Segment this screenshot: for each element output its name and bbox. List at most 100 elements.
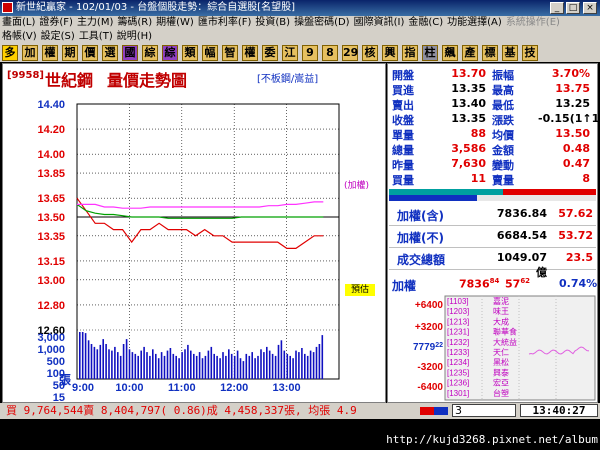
- toolbar-button[interactable]: 權: [42, 45, 58, 61]
- menu-item[interactable]: 說明(H): [115, 30, 154, 44]
- toolbar-button[interactable]: 綜: [162, 45, 178, 61]
- index-summary-change: 57.62: [558, 207, 593, 220]
- index-summary-label: 成交總額: [397, 253, 446, 267]
- watermark-url: http://kujd3268.pixnet.net/album: [386, 433, 598, 446]
- volume-bar: [236, 350, 239, 379]
- menu-item[interactable]: 系統操作(E): [504, 16, 562, 30]
- volume-bar: [266, 346, 268, 379]
- volume-bar: [286, 353, 289, 379]
- mini-stock-code: [1103]: [447, 297, 469, 306]
- volume-bar: [87, 340, 90, 379]
- mini-stock-name: 天仁: [493, 347, 509, 357]
- close-button[interactable]: ×: [583, 2, 597, 14]
- menu-item[interactable]: 金融(C): [406, 16, 445, 30]
- menu-item[interactable]: 操盤密碼(D): [292, 16, 352, 30]
- volume-bar: [306, 355, 309, 379]
- toolbar: 多加權期價選國綜綜類幅智權委江 9 8 29 核興指柱飆產標基技: [0, 44, 600, 62]
- stock-name: 世紀鋼: [45, 71, 94, 90]
- toolbar-button[interactable]: 類: [182, 45, 198, 61]
- mini-stock-code: [1233]: [447, 348, 469, 357]
- mini-stock-name: 大統益: [493, 337, 517, 347]
- menu-item[interactable]: 證券(F): [37, 16, 75, 30]
- command-input[interactable]: 3: [452, 404, 516, 417]
- minimize-button[interactable]: _: [550, 2, 564, 14]
- time-tick-label: 10:00: [115, 382, 143, 394]
- toolbar-button[interactable]: 技: [522, 45, 538, 61]
- toolbar-button[interactable]: 價: [82, 45, 98, 61]
- price-tick-label: 14.20: [37, 124, 65, 136]
- toolbar-button[interactable]: 加: [22, 45, 38, 61]
- volume-bar: [210, 346, 213, 379]
- menu-item[interactable]: 投資(B): [253, 16, 292, 30]
- maximize-button[interactable]: □: [566, 2, 580, 14]
- menu-item[interactable]: 畫面(L): [0, 16, 37, 30]
- toolbar-button[interactable]: 期: [62, 45, 78, 61]
- index-summary-row: 加權(含) 7836.84 57.62: [389, 203, 596, 226]
- toolbar-button[interactable]: 多: [2, 45, 18, 61]
- volume-bar: [207, 350, 210, 379]
- toolbar-button[interactable]: 智: [222, 45, 238, 61]
- toolbar-button[interactable]: 29: [342, 45, 358, 61]
- volume-bar: [163, 355, 166, 379]
- menu-item[interactable]: 國際資訊(I): [352, 16, 407, 30]
- menu-bar-primary: 畫面(L) 證券(F) 主力(M) 籌碼(R) 期權(W) 匯市利率(F) 投資(B) 操盤密…: [0, 16, 600, 30]
- toolbar-button[interactable]: 標: [482, 45, 498, 61]
- volume-bar: [230, 353, 233, 379]
- toolbar-button[interactable]: 江: [282, 45, 298, 61]
- menu-item[interactable]: 工具(T): [77, 30, 115, 44]
- volume-bar: [292, 358, 294, 379]
- quote-cell: 總量: [392, 144, 414, 157]
- toolbar-button[interactable]: 指: [402, 45, 418, 61]
- volume-bar: [301, 348, 303, 379]
- quote-cell: 8: [582, 172, 590, 185]
- toolbar-button[interactable]: 權: [242, 45, 258, 61]
- menu-item[interactable]: 主力(M): [75, 16, 115, 30]
- quote-cell: 昨量: [392, 159, 414, 172]
- price-tick-label: 14.00: [37, 149, 65, 161]
- volume-bar: [81, 332, 84, 379]
- toolbar-button[interactable]: 興: [382, 45, 398, 61]
- volume-bar: [128, 349, 131, 379]
- quote-cell: 3.70%: [551, 67, 590, 80]
- menu-item[interactable]: 籌碼(R): [115, 16, 154, 30]
- menu-item[interactable]: 格帳(V): [0, 30, 39, 44]
- toolbar-button[interactable]: 飆: [442, 45, 458, 61]
- volume-bar: [277, 344, 280, 379]
- toolbar-button[interactable]: 柱: [422, 45, 438, 61]
- menu-item[interactable]: 功能選擇(A): [445, 16, 504, 30]
- price-tick-label: 13.00: [37, 275, 65, 287]
- volume-bar: [318, 344, 321, 379]
- window-title: 新世紀贏家 - 102/01/03 - 台盤個股走勢：綜合自選股[名望股]: [16, 2, 296, 13]
- toolbar-button[interactable]: 國: [122, 45, 138, 61]
- quote-cell: 13.35: [451, 112, 486, 125]
- time-tick-label: 13:00: [273, 382, 301, 394]
- toolbar-button[interactable]: 綜: [142, 45, 158, 61]
- quote-row: 單量 88 均價 13.50: [388, 127, 597, 142]
- toolbar-button[interactable]: 幅: [202, 45, 218, 61]
- toolbar-button[interactable]: 產: [462, 45, 478, 61]
- quote-cell: -0.15(1↑1): [538, 112, 600, 125]
- toolbar-button[interactable]: 基: [502, 45, 518, 61]
- quote-cell: 13.70: [451, 67, 486, 80]
- volume-bar: [228, 349, 230, 379]
- menu-item[interactable]: 匯市利率(F): [196, 16, 254, 30]
- toolbar-button[interactable]: 8: [322, 45, 338, 61]
- toolbar-button[interactable]: 選: [102, 45, 118, 61]
- quote-cell: 7,630: [451, 157, 486, 170]
- volume-bar: [102, 339, 104, 379]
- toolbar-button[interactable]: 9: [302, 45, 318, 61]
- index-summary-value: 1049.07億: [496, 251, 547, 279]
- index-series-label: (加權): [344, 181, 370, 191]
- volume-bar: [283, 350, 286, 379]
- menu-item[interactable]: 期權(W): [154, 16, 196, 30]
- toolbar-button[interactable]: 核: [362, 45, 378, 61]
- toolbar-button[interactable]: 委: [262, 45, 278, 61]
- price-tick-label: 13.85: [37, 168, 65, 180]
- volume-bar: [137, 355, 139, 379]
- trade-summary: 買 9,764,544賣 8,404,797( 0.86)成 4,458,337…: [6, 404, 357, 417]
- volume-bar: [114, 346, 116, 379]
- volume-bar: [96, 349, 99, 379]
- menu-item[interactable]: 設定(S): [39, 30, 77, 44]
- price-tick-label: 13.50: [37, 212, 65, 224]
- quote-row: 昨量 7,630 變動 0.47: [388, 157, 597, 172]
